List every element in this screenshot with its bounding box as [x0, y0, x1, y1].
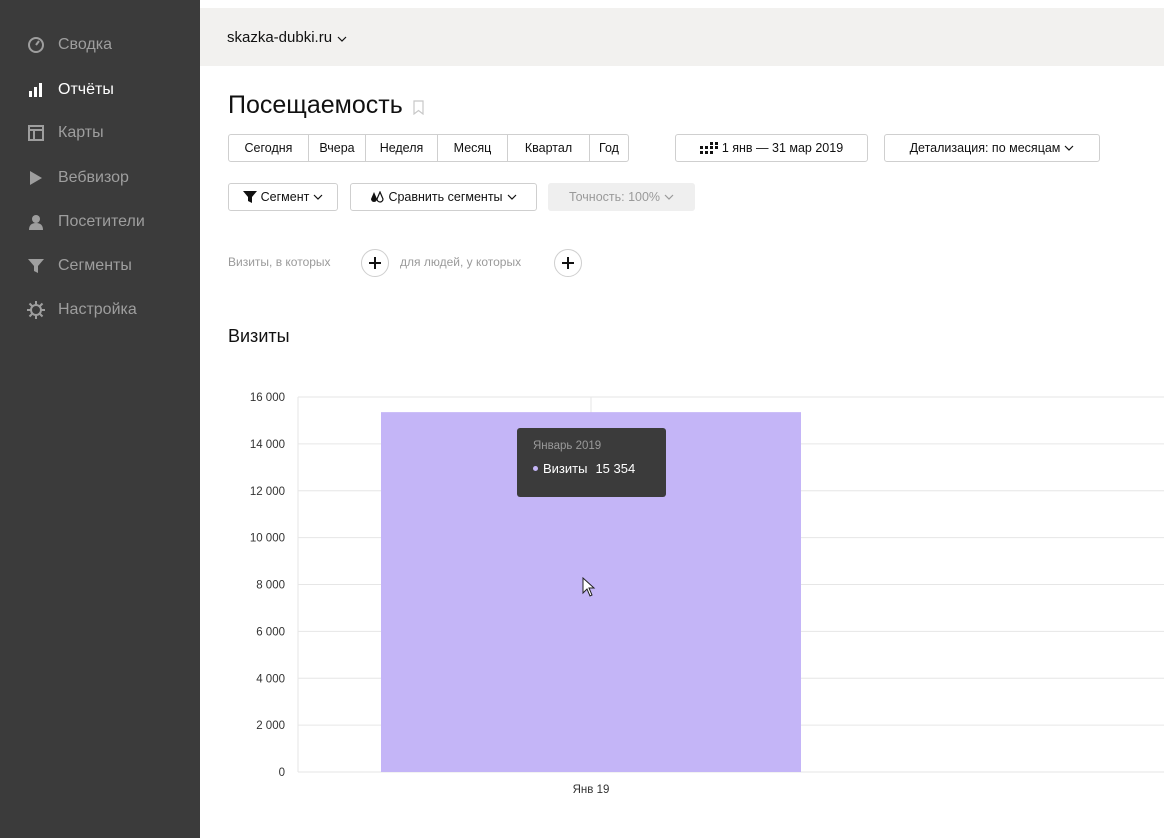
sidebar-item-label: Сегменты: [58, 257, 132, 274]
period-yesterday-button[interactable]: Вчера: [309, 135, 366, 161]
sidebar-item-label: Вебвизор: [58, 169, 129, 186]
person-icon: [26, 212, 46, 232]
chart-tooltip: Январь 2019 Визиты 15 354: [517, 428, 666, 497]
filter-icon: [26, 256, 46, 276]
y-tick-label: 2 000: [256, 720, 285, 732]
period-today-button[interactable]: Сегодня: [229, 135, 309, 161]
y-tick-label: 8 000: [256, 580, 285, 592]
series-dot: [533, 466, 538, 471]
chevron-down-icon: [313, 194, 323, 200]
y-tick-label: 10 000: [250, 533, 285, 545]
add-people-condition-button[interactable]: [554, 249, 582, 277]
sidebar-item-label: Настройка: [58, 301, 137, 318]
visits-chart: 16 000 14 000 12 000 10 000 8 000 6 000 4 000 2…: [210, 380, 1164, 810]
map-icon: [26, 123, 46, 143]
period-week-button[interactable]: Неделя: [366, 135, 438, 161]
plus-icon: [562, 257, 574, 269]
y-tick-label: 14 000: [250, 439, 285, 451]
visits-filter-label: Визиты, в которых: [228, 255, 331, 269]
section-title: Визиты: [228, 326, 290, 346]
site-selector[interactable]: skazka-dubki.ru: [227, 29, 347, 46]
y-tick-label: 4 000: [256, 673, 285, 685]
chart-svg: 16 000 14 000 12 000 10 000 8 000 6 000 4 000 2…: [250, 392, 1164, 796]
page-title-text: Посещаемость: [228, 91, 403, 119]
sidebar-item-label: Сводка: [58, 36, 113, 53]
period-selector: Сегодня Вчера Неделя Месяц Квартал Год: [228, 134, 629, 162]
play-icon: [26, 168, 46, 188]
chevron-down-icon: [1064, 145, 1074, 151]
bookmark-icon[interactable]: [413, 93, 424, 122]
site-name: skazka-dubki.ru: [227, 28, 333, 46]
chevron-down-icon: [337, 29, 347, 46]
tooltip-value: 15 354: [595, 461, 636, 476]
filter-icon: [242, 191, 257, 203]
compare-segments-button[interactable]: Сравнить сегменты: [350, 183, 537, 211]
accuracy-dropdown[interactable]: Точность: 100%: [548, 183, 695, 211]
people-filter-label: для людей, у которых: [400, 255, 522, 269]
tooltip-series: Визиты: [543, 461, 588, 476]
sidebar-item-label: Карты: [58, 124, 104, 141]
sidebar-item-segments[interactable]: Сегменты: [0, 251, 200, 281]
sidebar-item-summary[interactable]: Сводка: [0, 30, 200, 60]
compare-icon: [370, 191, 385, 203]
sidebar-item-reports[interactable]: Отчёты: [0, 75, 200, 105]
chevron-down-icon: [507, 194, 517, 200]
sidebar-item-visitors[interactable]: Посетители: [0, 207, 200, 237]
bar-chart-icon: [26, 80, 46, 100]
sidebar-item-label: Посетители: [58, 213, 145, 230]
y-tick-label: 12 000: [250, 486, 285, 498]
segment-label: Сегмент: [260, 190, 310, 204]
period-month-button[interactable]: Месяц: [438, 135, 508, 161]
sidebar-item-settings[interactable]: Настройка: [0, 295, 200, 325]
segment-button[interactable]: Сегмент: [228, 183, 338, 211]
detail-dropdown[interactable]: Детализация: по месяцам: [884, 134, 1100, 162]
sidebar-item-label: Отчёты: [58, 81, 114, 98]
add-visits-condition-button[interactable]: [361, 249, 389, 277]
page-title: Посещаемость: [228, 89, 424, 122]
compare-label: Сравнить сегменты: [388, 190, 503, 204]
period-year-button[interactable]: Год: [590, 135, 628, 161]
sidebar-item-webvisor[interactable]: Вебвизор: [0, 163, 200, 193]
y-tick-label: 16 000: [250, 392, 285, 404]
sidebar: Сводка Отчёты Карты Вебвизор Посетители …: [0, 0, 200, 838]
date-range-text: 1 янв — 31 мар 2019: [721, 141, 844, 155]
period-quarter-button[interactable]: Квартал: [508, 135, 590, 161]
date-range-button[interactable]: 1 янв — 31 мар 2019: [675, 134, 868, 162]
accuracy-label: Точность: 100%: [568, 190, 661, 204]
detail-text: Детализация: по месяцам: [909, 141, 1061, 155]
gear-icon: [26, 300, 46, 320]
y-tick-label: 0: [279, 767, 285, 779]
x-tick-label: Янв 19: [573, 784, 610, 796]
mouse-cursor-icon: [582, 576, 596, 602]
calendar-icon: [699, 142, 718, 154]
y-tick-label: 6 000: [256, 626, 285, 638]
topbar: skazka-dubki.ru: [200, 8, 1164, 66]
tooltip-title: Январь 2019: [533, 440, 602, 452]
tooltip-row: Визиты 15 354: [533, 461, 666, 476]
gauge-icon: [26, 35, 46, 55]
chevron-down-icon: [664, 194, 674, 200]
plus-icon: [369, 257, 381, 269]
sidebar-item-maps[interactable]: Карты: [0, 118, 200, 148]
